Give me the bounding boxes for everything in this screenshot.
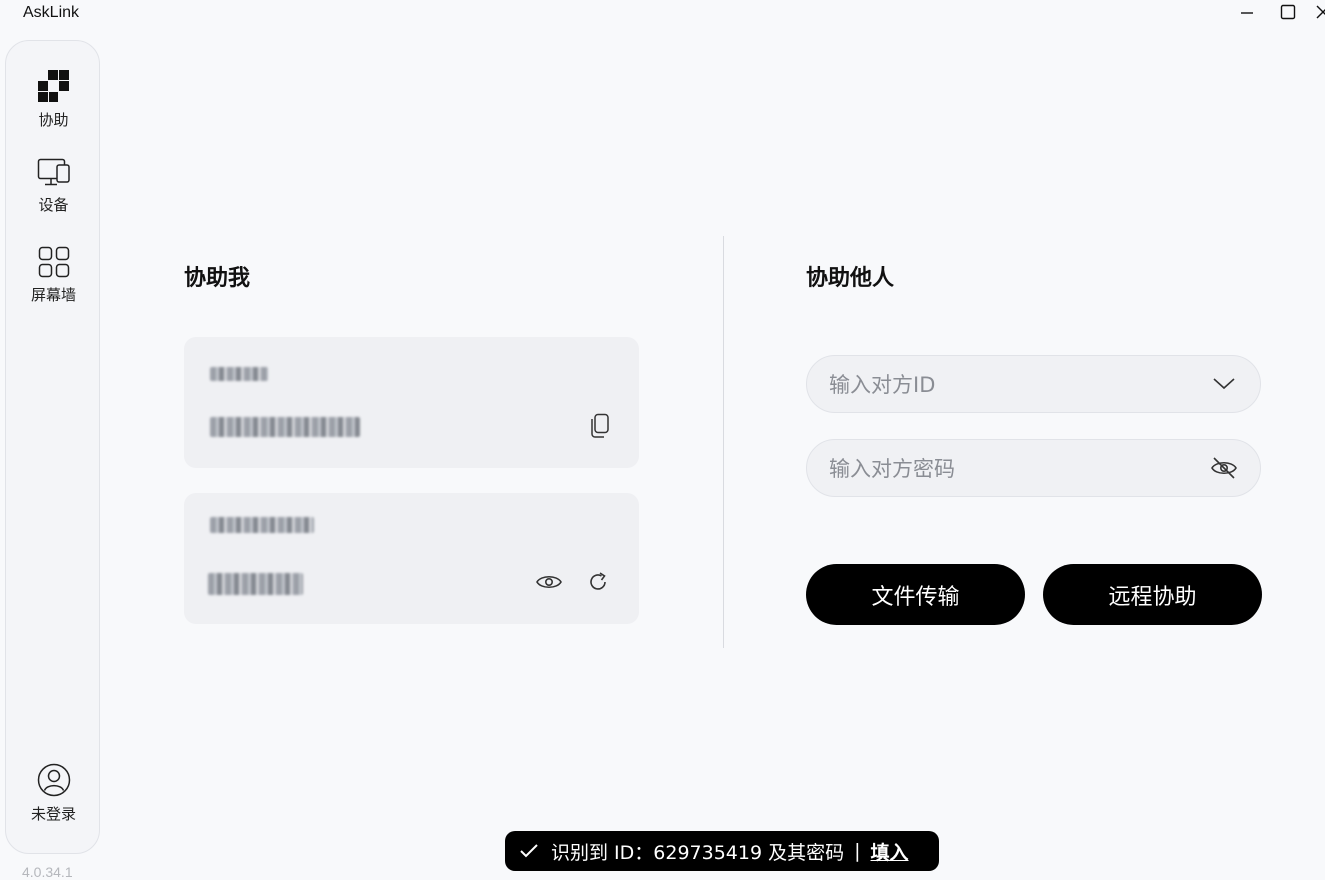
screen-wall-icon <box>38 246 69 278</box>
close-icon <box>1316 5 1325 19</box>
toggle-password-visibility[interactable] <box>1210 454 1238 482</box>
assist-icon <box>37 70 69 102</box>
sidebar-item-label: 协助 <box>38 111 69 129</box>
check-icon <box>520 844 538 858</box>
sidebar: 协助 设备 屏幕墙 未登录 <box>5 40 100 854</box>
maximize-icon <box>1280 4 1296 20</box>
id-history-dropdown[interactable] <box>1210 370 1238 398</box>
user-login-button[interactable]: 未登录 <box>6 763 101 824</box>
app-title: AskLink <box>23 4 80 21</box>
toast-separator: | <box>854 840 861 862</box>
sidebar-item-assist[interactable]: 协助 <box>6 69 101 130</box>
sidebar-item-label: 屏幕墙 <box>30 286 76 304</box>
minimize-button[interactable] <box>1232 0 1262 24</box>
minimize-icon <box>1241 12 1253 14</box>
partner-id-input[interactable] <box>827 356 1201 414</box>
close-button[interactable] <box>1308 0 1325 24</box>
user-icon <box>37 763 70 797</box>
device-id-card <box>184 337 639 468</box>
sidebar-item-label: 设备 <box>38 196 69 214</box>
sidebar-item-screen-wall[interactable]: 屏幕墙 <box>6 246 101 305</box>
password-card <box>184 493 639 624</box>
eye-icon <box>536 575 562 589</box>
remote-assist-button[interactable]: 远程协助 <box>1043 564 1262 625</box>
device-id-label-redacted <box>210 367 268 381</box>
partner-id-field <box>806 355 1261 414</box>
refresh-password-button[interactable] <box>584 568 612 596</box>
sidebar-item-devices[interactable]: 设备 <box>6 158 101 215</box>
fill-in-link[interactable]: 填入 <box>871 838 909 865</box>
version-label: 4.0.34.1 <box>22 864 73 880</box>
copy-icon <box>591 413 609 438</box>
clipboard-id-toast: 识别到 ID：629735419 及其密码 | 填入 <box>505 831 939 871</box>
chevron-down-icon <box>1213 378 1235 390</box>
partner-password-input[interactable] <box>827 440 1201 498</box>
maximize-button[interactable] <box>1273 0 1303 24</box>
toast-message: 识别到 ID：629735419 及其密码 <box>551 841 845 864</box>
device-id-value-redacted <box>210 417 360 437</box>
help-me-title: 协助我 <box>184 266 251 291</box>
user-status-label: 未登录 <box>30 805 76 823</box>
file-transfer-button[interactable]: 文件传输 <box>806 564 1025 625</box>
devices-icon <box>37 158 70 186</box>
section-divider <box>723 236 724 648</box>
password-value-redacted <box>208 573 303 595</box>
help-others-title: 协助他人 <box>806 266 895 291</box>
title-bar: AskLink <box>0 0 1325 28</box>
partner-password-field <box>806 439 1261 498</box>
copy-id-button[interactable] <box>586 412 614 440</box>
password-label-redacted <box>210 517 314 533</box>
refresh-icon <box>590 572 606 590</box>
eye-off-icon <box>1211 457 1237 479</box>
show-password-button[interactable] <box>535 568 563 596</box>
